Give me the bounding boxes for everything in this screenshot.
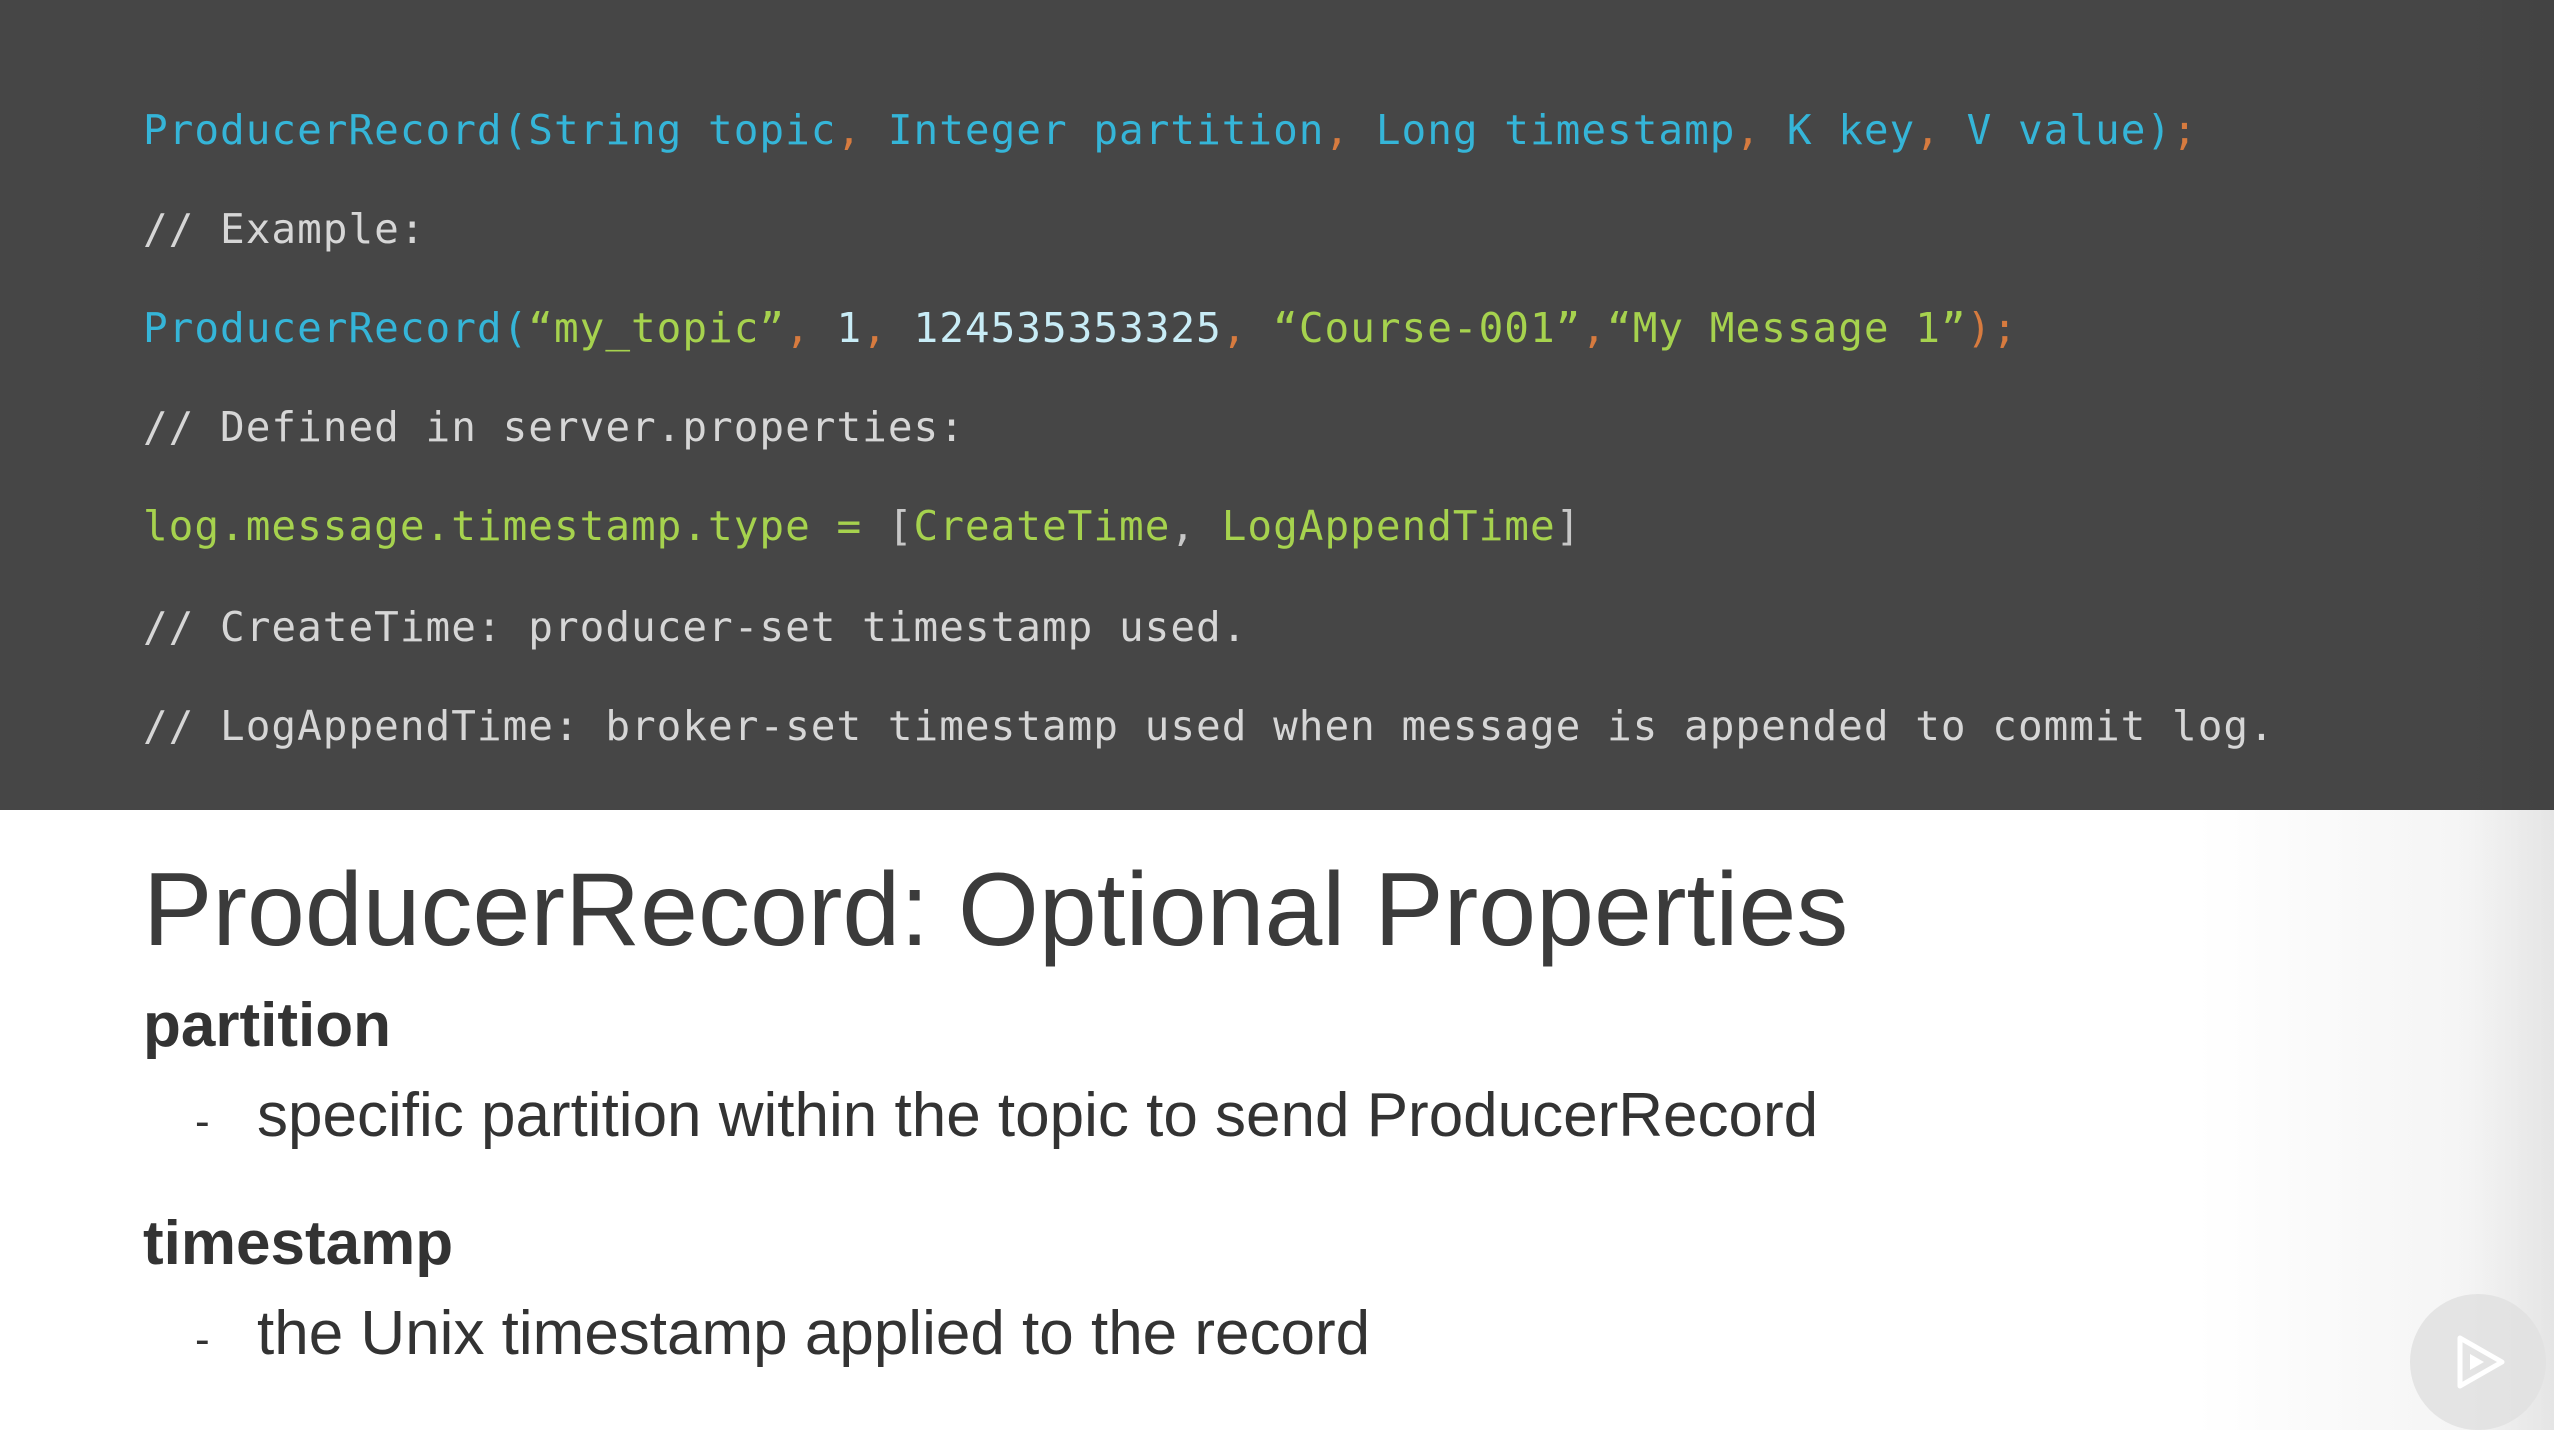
code-line-property: log.message.timestamp.type = [CreateTime… [143,496,1581,556]
code-token: , [862,304,888,352]
code-token: “Course-001” [1247,304,1582,352]
code-line-constructor: ProducerRecord(String topic, Integer par… [143,100,2198,160]
code-token: log.message.timestamp.type = [143,502,888,550]
code-token: Integer partition [862,106,1325,154]
code-token: V value) [1940,106,2173,154]
bullet-dash: - [195,1315,210,1364]
slide-title: ProducerRecord: Optional Properties [143,852,1849,968]
code-token: “My Message 1” [1607,304,1967,352]
code-token: Long timestamp [1350,106,1736,154]
bullet-partition: - specific partition within the topic to … [195,1078,1818,1160]
code-token: ] [1555,502,1582,550]
code-token: , [1735,106,1762,154]
code-token: , [1581,304,1608,352]
code-token: ProducerRecord( [143,304,529,352]
code-panel: ProducerRecord(String topic, Integer par… [0,0,2554,810]
play-button[interactable] [2410,1294,2546,1430]
code-token: 1 [810,304,863,352]
code-token: K key [1761,106,1916,154]
code-comment-logappendtime: // LogAppendTime: broker-set timestamp u… [143,702,2275,750]
code-token: LogAppendTime [1221,502,1556,550]
term-timestamp: timestamp [143,1209,454,1278]
bullet-dash: - [195,1097,210,1146]
code-token: , [1221,304,1248,352]
code-token: “my_topic” [528,304,786,352]
code-token: CreateTime [913,502,1171,550]
code-comment-createtime: // CreateTime: producer-set timestamp us… [143,603,1248,651]
term-partition: partition [143,991,391,1060]
code-token: ); [1966,304,2018,352]
code-token: , [785,304,811,352]
code-token: , [1170,502,1222,550]
code-line-example: ProducerRecord(“my_topic”, 1, 1245353533… [143,298,2018,358]
code-token: , [1915,106,1941,154]
code-token: , [1324,106,1351,154]
code-token: 124535353325 [887,304,1222,352]
play-icon [2457,1335,2505,1389]
code-token: [ [887,502,914,550]
code-comment-defined: // Defined in server.properties: [143,403,965,451]
code-token: , [836,106,863,154]
bullet-timestamp: - the Unix timestamp applied to the recor… [195,1296,1370,1378]
code-token: ; [2172,106,2198,154]
code-comment-example: // Example: [143,205,426,253]
bullet-text: the Unix timestamp applied to the record [257,1299,1371,1368]
code-token: ProducerRecord(String topic [143,106,837,154]
slide-body: ProducerRecord: Optional Properties part… [0,810,2554,1430]
bullet-text: specific partition within the topic to s… [257,1081,1819,1150]
